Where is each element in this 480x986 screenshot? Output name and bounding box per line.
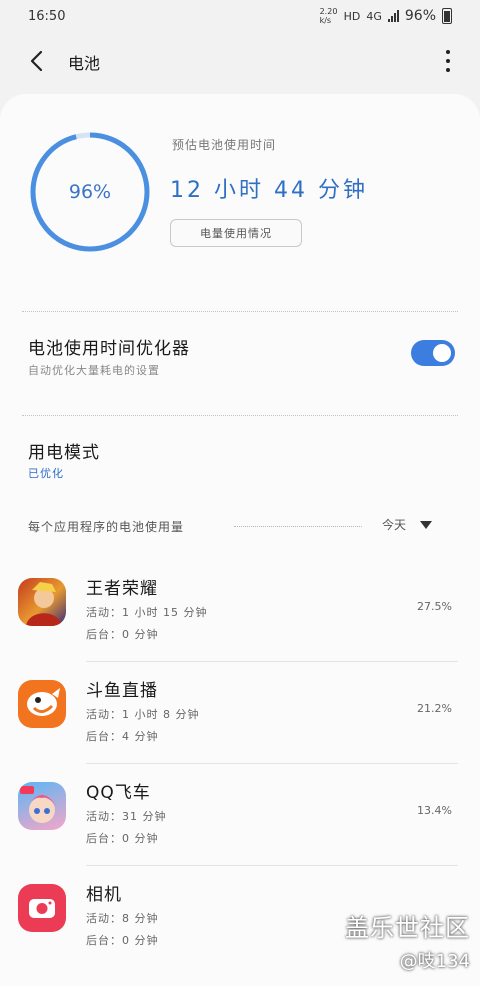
app-row[interactable]: 斗鱼直播 活动：1 小时 8 分钟 后台：4 分钟 21.2%	[0, 662, 480, 764]
dotted-leader	[234, 526, 362, 527]
net-speed: 2.20 k/s	[319, 7, 338, 25]
app-active-time: 活动：31 分钟	[86, 810, 167, 823]
optimizer-subtitle: 自动优化大量耗电的设置	[28, 364, 160, 377]
status-icons: 2.20 k/s HD 4G 96%	[320, 7, 452, 25]
usage-details-button[interactable]: 电量使用情况	[170, 219, 302, 247]
power-mode-value: 已优化	[28, 467, 64, 480]
app-usage-percent: 13.4%	[417, 804, 452, 817]
app-background-time: 后台：4 分钟	[86, 730, 159, 743]
power-mode-title[interactable]: 用电模式	[28, 438, 100, 463]
app-name: QQ飞车	[86, 783, 151, 803]
app-bar: 电池	[0, 32, 480, 92]
battery-percent: 96%	[404, 8, 436, 24]
period-value: 今天	[382, 518, 407, 532]
app-active-time: 活动：1 小时 15 分钟	[86, 606, 208, 619]
hd-indicator: HD	[343, 9, 361, 23]
divider	[22, 415, 458, 416]
app-usage-percent: 27.5%	[417, 600, 452, 613]
estimate-label: 预估电池使用时间	[172, 138, 277, 152]
toggle-knob	[431, 342, 453, 364]
network-type: 4G	[366, 9, 382, 23]
app-background-time: 后台：0 分钟	[86, 934, 159, 947]
optimizer-title[interactable]: 电池使用时间优化器	[28, 334, 190, 359]
clock: 16:50	[28, 8, 66, 24]
app-name: 斗鱼直播	[86, 681, 158, 701]
page-title: 电池	[68, 54, 101, 73]
douyu-icon	[18, 680, 66, 728]
watermark-main: 盖乐世社区	[345, 914, 470, 942]
signal-icon	[387, 10, 399, 22]
qq-speed-icon	[18, 782, 66, 830]
app-background-time: 后台：0 分钟	[86, 628, 159, 641]
optimizer-toggle[interactable]	[411, 340, 455, 366]
battery-percent-label: 96%	[68, 181, 112, 203]
watermark: 盖乐世社区 @吱134	[345, 908, 470, 973]
divider	[22, 311, 458, 312]
app-active-time: 活动：8 分钟	[86, 912, 159, 925]
battery-icon	[442, 8, 452, 24]
app-active-time: 活动：1 小时 8 分钟	[86, 708, 200, 721]
app-background-time: 后台：0 分钟	[86, 832, 159, 845]
per-app-usage-label: 每个应用程序的电池使用量	[28, 520, 185, 534]
app-row[interactable]: QQ飞车 活动：31 分钟 后台：0 分钟 13.4%	[0, 764, 480, 866]
app-usage-percent: 21.2%	[417, 702, 452, 715]
estimate-time: 12 小时 44 分钟	[170, 178, 368, 203]
app-name: 相机	[86, 885, 122, 905]
camera-icon	[18, 884, 66, 932]
honor-of-kings-icon	[18, 578, 66, 626]
period-dropdown[interactable]: 今天	[382, 516, 433, 533]
more-options-icon[interactable]	[444, 50, 452, 72]
battery-card: 96% 预估电池使用时间 12 小时 44 分钟 电量使用情况 电池使用时间优化…	[0, 94, 480, 986]
back-arrow-icon[interactable]	[26, 50, 48, 72]
app-row[interactable]: 王者荣耀 活动：1 小时 15 分钟 后台：0 分钟 27.5%	[0, 560, 480, 662]
app-name: 王者荣耀	[86, 579, 158, 599]
status-bar: 16:50 2.20 k/s HD 4G 96%	[0, 0, 480, 32]
watermark-sub: @吱134	[399, 951, 470, 972]
caret-down-icon	[420, 520, 433, 529]
